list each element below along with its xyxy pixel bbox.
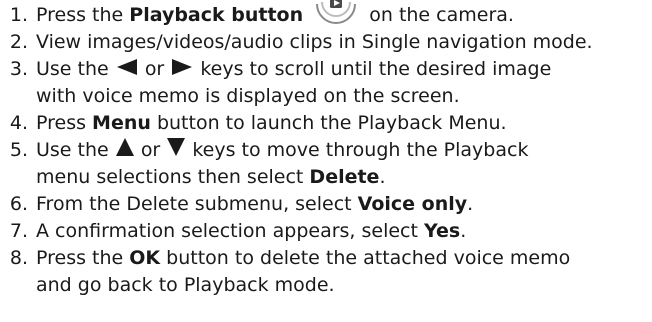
step-text: A confirmation selection appears, select	[36, 220, 424, 242]
playback-button-icon	[315, 0, 357, 26]
right-arrow-icon	[170, 57, 194, 83]
step-text: with voice memo is displayed on the scre…	[36, 85, 460, 107]
step-text: .	[460, 220, 467, 242]
step-text: Press the	[36, 4, 130, 26]
step-number: 1.	[9, 4, 28, 26]
step-text-bold: Menu	[92, 112, 151, 134]
step-text: or	[140, 139, 161, 161]
step-text: button to launch the Playback Menu.	[150, 112, 507, 134]
step-number: 7.	[9, 220, 28, 242]
step-text: Use the	[36, 58, 109, 80]
step-text-bold: Playback button	[129, 4, 304, 26]
step-number: 4.	[9, 112, 28, 134]
step-number: 2.	[9, 31, 28, 53]
step-text: .	[467, 193, 474, 215]
step-text-bold: Delete	[309, 166, 380, 188]
step-text: on the camera.	[369, 4, 514, 26]
step-text: button to delete the attached voice memo	[160, 247, 571, 269]
step-text: and go back to Playback mode.	[36, 274, 335, 296]
step-text: menu selections then select	[36, 166, 310, 188]
step-text: keys to move through the Playback	[192, 139, 529, 161]
step-text: keys to scroll until the desired image	[200, 58, 552, 80]
step-text: Use the	[36, 139, 109, 161]
left-arrow-icon	[115, 57, 139, 83]
step-text: or	[144, 58, 165, 80]
step-number: 6.	[9, 193, 28, 215]
step-number: 5.	[9, 139, 28, 161]
step-number: 8.	[9, 247, 28, 269]
step-text-bold: Voice only	[357, 193, 468, 215]
up-arrow-icon	[115, 137, 135, 164]
step-text: .	[379, 166, 386, 188]
step-text-bold: Yes	[424, 220, 461, 242]
step-text-bold: OK	[129, 247, 161, 269]
down-arrow-icon	[166, 137, 186, 164]
step-number: 3.	[9, 58, 28, 80]
step-text: View images/videos/audio clips in Single…	[36, 31, 593, 53]
step-text: From the Delete submenu, select	[36, 193, 358, 215]
step-text: Press	[36, 112, 93, 134]
step-text: Press the	[36, 247, 130, 269]
